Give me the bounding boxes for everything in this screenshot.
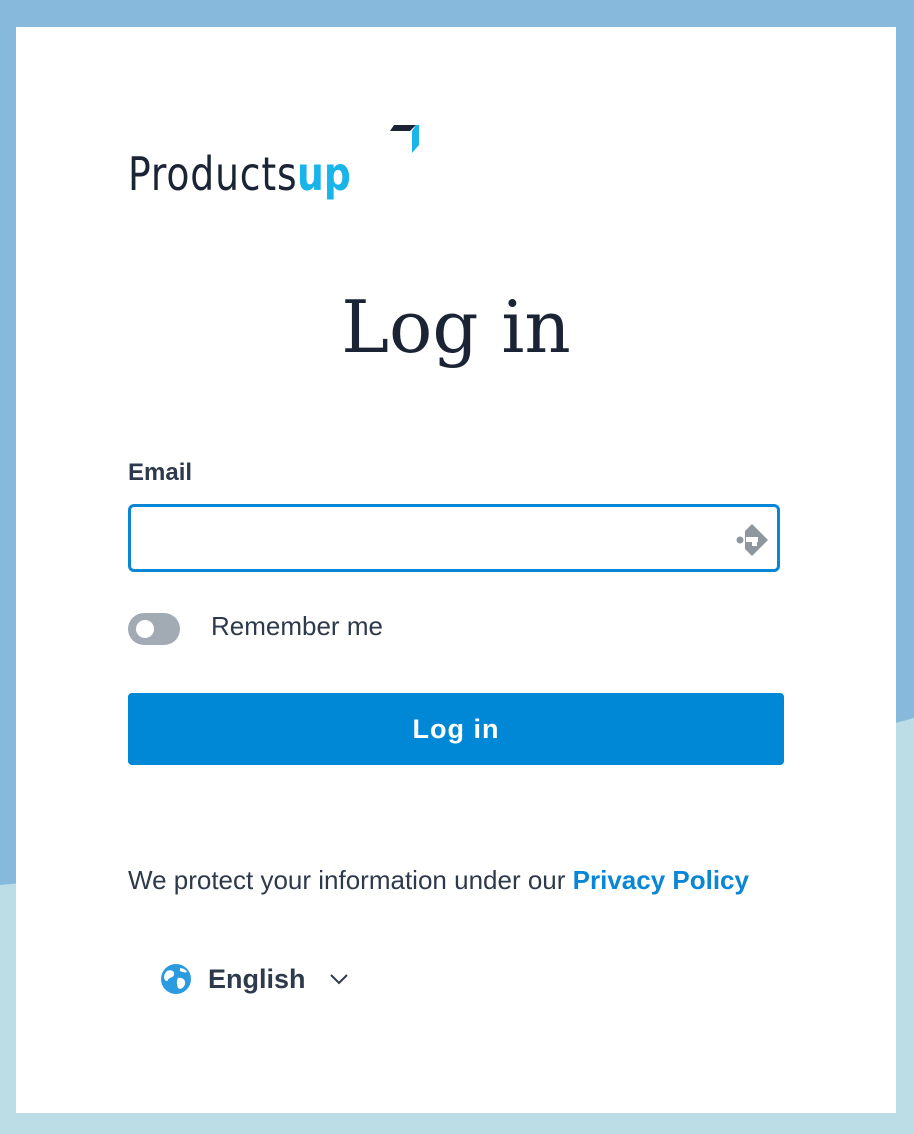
chevron-down-icon bbox=[329, 974, 348, 985]
page-title: Log in bbox=[341, 285, 571, 369]
email-label: Email bbox=[128, 459, 193, 486]
remember-me-toggle[interactable] bbox=[128, 613, 180, 645]
privacy-notice: We protect your information under our Pr… bbox=[128, 865, 749, 896]
remember-me-label[interactable]: Remember me bbox=[211, 611, 383, 642]
brand-name-up: up bbox=[296, 147, 351, 201]
brand-name-products: Products bbox=[128, 147, 298, 201]
login-card: Products up Log in Email Remember me Log… bbox=[16, 27, 896, 1113]
language-selector[interactable]: English bbox=[160, 959, 350, 999]
brand-arrow-icon bbox=[390, 125, 419, 153]
language-label: English bbox=[208, 963, 306, 994]
brand-logo: Products up bbox=[128, 123, 419, 201]
privacy-policy-link[interactable]: Privacy Policy bbox=[573, 865, 749, 895]
globe-icon bbox=[161, 964, 191, 994]
privacy-text: We protect your information under our bbox=[128, 865, 566, 895]
login-button[interactable]: Log in bbox=[128, 693, 784, 765]
email-field[interactable] bbox=[128, 504, 780, 572]
toggle-knob bbox=[136, 620, 154, 638]
autofill-key-icon[interactable] bbox=[732, 520, 772, 560]
